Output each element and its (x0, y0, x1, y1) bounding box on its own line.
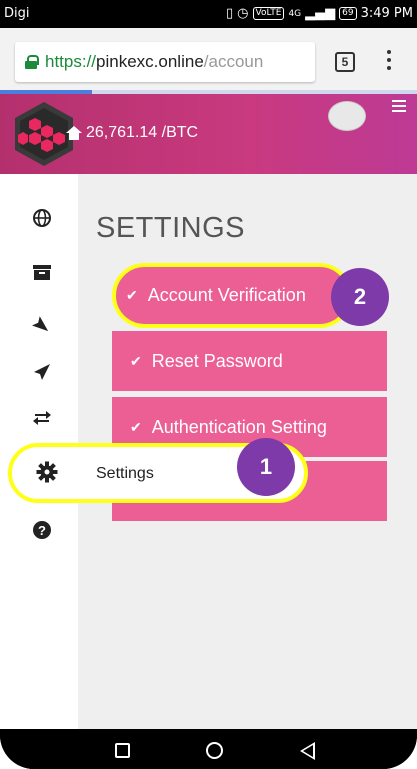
paper-plane-icon[interactable] (32, 362, 52, 382)
check-icon: ✔ (130, 418, 142, 435)
volte-badge: VoLTE (252, 7, 285, 20)
android-nav-bar (0, 729, 417, 769)
battery-icon: 69 (339, 7, 357, 20)
reset-password-button[interactable]: ✔ Reset Password (112, 331, 387, 391)
question-circle-icon[interactable]: ? (32, 520, 52, 540)
network-label: 4G (288, 8, 302, 19)
globe-icon[interactable] (32, 208, 52, 228)
home-icon[interactable] (66, 126, 82, 140)
gear-icon (36, 461, 58, 483)
hamburger-menu-icon[interactable] (392, 100, 406, 115)
url-path: /accoun (203, 52, 264, 71)
home-button-icon[interactable] (206, 742, 223, 759)
settings-label: Settings (96, 465, 154, 482)
vibrate-icon: ▯ (226, 6, 234, 21)
step-badge-1: 1 (237, 438, 295, 496)
step-badge-2: 2 (331, 268, 389, 326)
clock: 3:49 PM (360, 6, 413, 21)
url-host: pinkexc.online (96, 52, 204, 71)
authentication-setting-label: Authentication Setting (151, 416, 327, 437)
check-icon: ✔ (130, 352, 142, 369)
address-bar[interactable]: https://pinkexc.online/accoun (15, 42, 315, 82)
account-verification-label: Account Verification (147, 285, 306, 305)
url-scheme: https:// (45, 52, 97, 71)
url-text: https://pinkexc.online/accoun (45, 52, 263, 72)
balance-text: 26,761.14 /BTC (86, 124, 199, 141)
check-icon: ✔ (126, 287, 138, 303)
back-icon[interactable] (300, 742, 315, 760)
page-title: SETTINGS (96, 212, 246, 244)
recent-apps-icon[interactable] (115, 743, 130, 758)
lock-icon (25, 55, 39, 69)
status-bar: Digi ▯ ◷ VoLTE 4G ▂▄▆ 69 3:49 PM (0, 0, 417, 28)
alarm-icon: ◷ (237, 6, 249, 21)
user-avatar[interactable] (329, 102, 365, 130)
exchange-icon[interactable] (32, 408, 52, 428)
browser-toolbar: https://pinkexc.online/accoun 5 (0, 28, 417, 94)
status-icons: ▯ ◷ VoLTE 4G ▂▄▆ 69 3:49 PM (226, 6, 413, 21)
browser-menu-icon[interactable] (386, 50, 392, 74)
phone-screen: Digi ▯ ◷ VoLTE 4G ▂▄▆ 69 3:49 PM https:/… (0, 0, 417, 769)
send-alt-icon[interactable] (32, 316, 52, 336)
svg-text:?: ? (38, 523, 46, 538)
balance-display: 26,761.14 /BTC (66, 124, 198, 142)
tab-switcher-button[interactable]: 5 (335, 52, 355, 72)
carrier-label: Digi (4, 6, 30, 21)
archive-icon[interactable] (32, 262, 52, 282)
account-verification-button[interactable]: ✔ Account Verification (112, 263, 352, 328)
signal-icon: ▂▄▆ (305, 6, 336, 21)
reset-password-label: Reset Password (151, 350, 283, 371)
